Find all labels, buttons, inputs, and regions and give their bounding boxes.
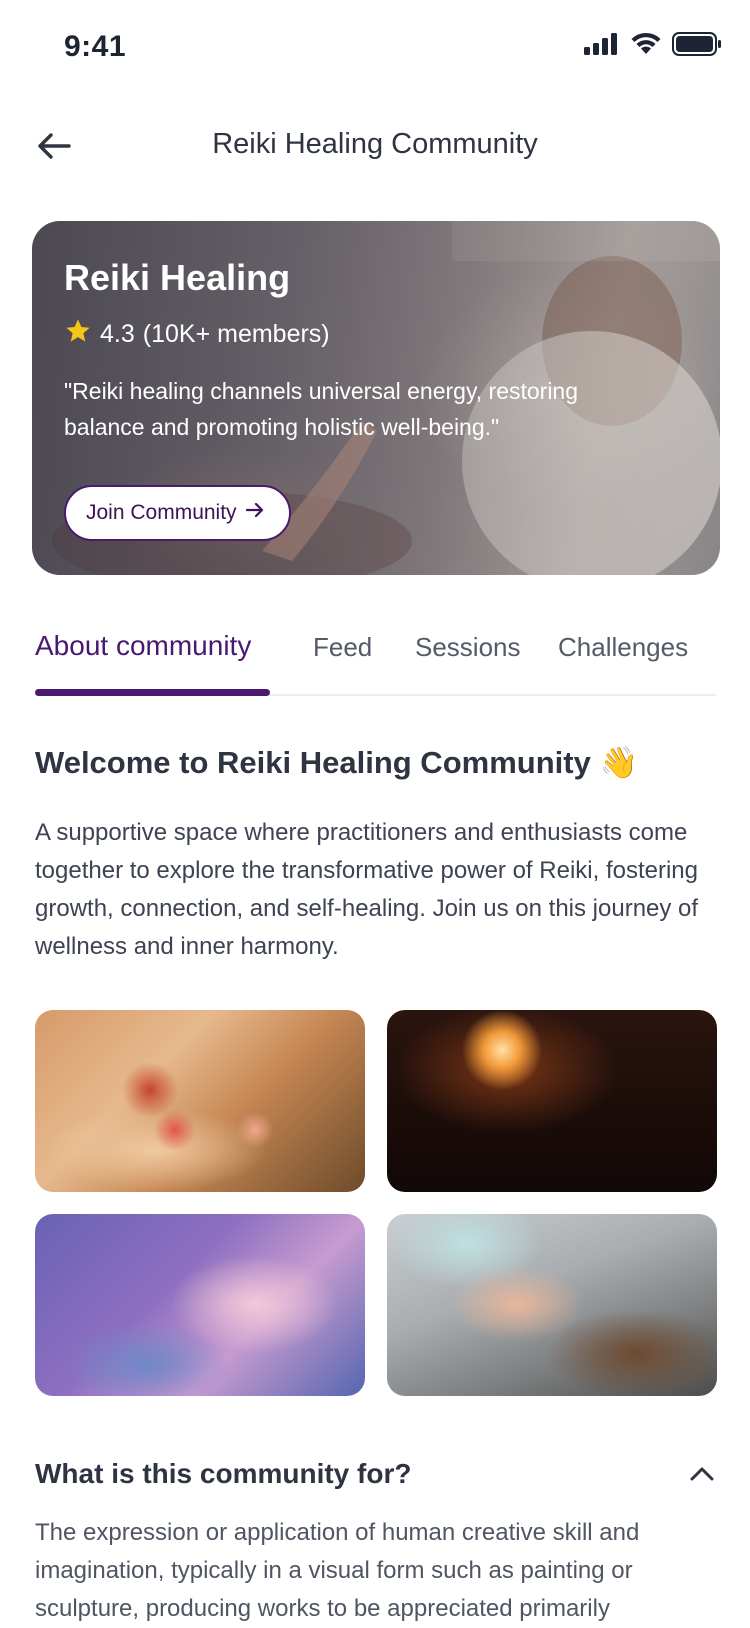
faq-toggle-button[interactable] — [684, 1458, 720, 1494]
members-count: (10K+ members) — [142, 320, 330, 348]
gallery-image-hands-energy[interactable] — [35, 1214, 365, 1396]
arrow-right-icon — [245, 501, 265, 525]
active-tab-indicator — [35, 689, 270, 696]
join-button-label: Join Community — [86, 501, 237, 524]
community-hero-card: Reiki Healing 4.3 (10K+ members) "Reiki … — [32, 221, 720, 575]
status-bar: 9:41 — [0, 0, 750, 96]
page-title: Reiki Healing Community — [212, 128, 538, 160]
community-tabs: About community Feed Sessions Challenges — [35, 628, 716, 696]
tab-sessions[interactable]: Sessions — [415, 632, 521, 663]
star-icon — [64, 317, 92, 352]
status-icons — [584, 32, 722, 61]
welcome-heading: Welcome to Reiki Healing Community 👋 — [35, 744, 638, 781]
tab-challenges[interactable]: Challenges — [558, 632, 688, 663]
waving-hand-emoji: 👋 — [599, 745, 639, 780]
community-name: Reiki Healing — [64, 257, 291, 298]
faq-answer: The expression or application of human c… — [35, 1519, 640, 1622]
tab-feed[interactable]: Feed — [313, 632, 372, 663]
join-community-button[interactable]: Join Community — [64, 485, 291, 541]
faq-question[interactable]: What is this community for? — [35, 1458, 411, 1490]
rating-value: 4.3 — [100, 320, 135, 348]
gallery-image-crystals[interactable] — [35, 1010, 365, 1192]
header: Reiki Healing Community — [0, 110, 750, 186]
wifi-icon — [630, 32, 662, 61]
chevron-up-icon — [689, 1466, 715, 1487]
gallery-image-face-healing[interactable] — [387, 1010, 717, 1192]
gallery-image-acupuncture[interactable] — [387, 1214, 717, 1396]
welcome-description: A supportive space where practitioners a… — [35, 819, 699, 960]
tab-about-community[interactable]: About community — [35, 630, 251, 662]
battery-icon — [672, 32, 722, 61]
community-quote: "Reiki healing channels universal energy… — [64, 378, 579, 440]
status-time: 9:41 — [64, 30, 127, 63]
community-rating: 4.3 (10K+ members) — [64, 317, 330, 352]
welcome-title-text: Welcome to Reiki Healing Community — [35, 745, 591, 780]
signal-icon — [584, 33, 620, 60]
